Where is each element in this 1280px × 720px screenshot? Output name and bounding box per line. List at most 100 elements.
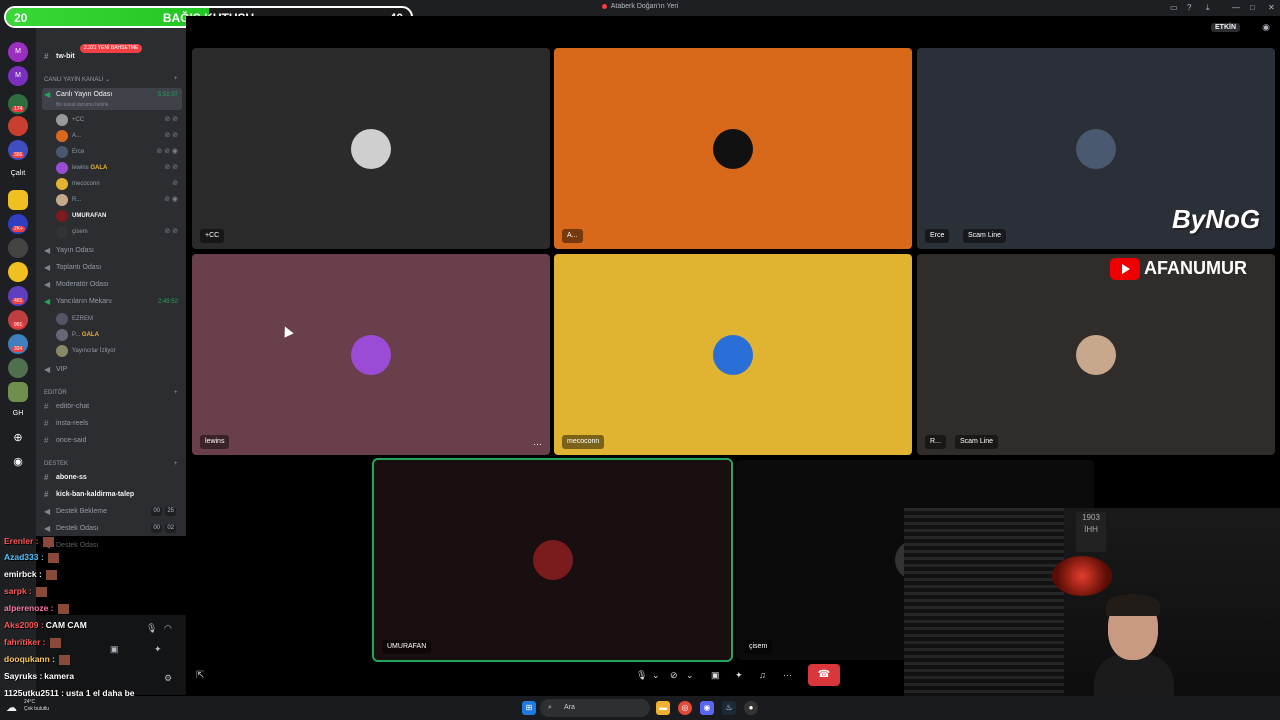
voice-user[interactable]: lewins GALA ⊘ ⊘ [56,160,182,176]
text-channel[interactable]: # once-said [42,434,182,448]
help-icon[interactable]: ? [1187,3,1191,12]
chat-icon[interactable]: ◉ [1262,22,1270,33]
voice-user[interactable]: UMURAFAN [56,208,182,224]
server-icon[interactable] [8,190,28,210]
speaker-icon: ◀ [44,524,51,533]
voice-channel[interactable]: ◀ Destek Odası 02 00 [42,522,182,536]
more-icon[interactable]: ··· [783,664,792,686]
start-icon[interactable]: ⊞ [522,701,536,715]
voice-user[interactable]: çisem ⊘ ⊘ [56,224,182,240]
voice-channel[interactable]: ◀ Yayın Odası [42,244,182,258]
server-icon[interactable] [8,358,28,378]
server-folder-label[interactable]: Çalıt [8,164,28,184]
server-icon[interactable] [8,238,28,258]
screen-share-icon[interactable]: ▣ [711,664,720,686]
voice-user[interactable]: P... GALA [56,327,182,343]
mic-icon[interactable]: 🎙 [636,664,647,686]
obs-icon[interactable]: ● [744,701,758,715]
voice-user[interactable]: EZREM [56,311,182,327]
category-live[interactable]: CANLI YAYIN KANALI ⌄ + [44,76,178,83]
participant-name: Erce [925,229,950,243]
participant-tile[interactable]: R... Scam Line [917,254,1275,455]
activity-icon[interactable]: ✦ [735,664,743,686]
voice-user[interactable]: A... ⊘ ⊘ [56,128,182,144]
voice-channel[interactable]: ◀ Toplantı Odası [42,261,182,275]
discover-icon[interactable]: ◉ [8,452,28,472]
download-icon[interactable]: ⤓ [1206,3,1210,13]
taskbar: ☁ 24°C Çok bulutlu ⊞ ⌕ Ara ▬ ◎ ◉ ♨ ● [0,696,1280,720]
add-channel-icon[interactable]: + [174,76,178,82]
discord-icon[interactable]: ◉ [700,701,714,715]
activity-badge: Scam Line [955,435,999,449]
avatar [532,540,573,580]
add-channel-icon[interactable]: + [174,390,178,396]
server-icon[interactable]: M [8,42,28,62]
sponsor-logo: ByNoG [1172,204,1261,234]
speaker-icon: ◀ [44,365,51,374]
taskbar-search[interactable]: ⌕ Ara [540,699,650,717]
active-badge[interactable]: ETKİN [1211,23,1240,32]
popout-icon[interactable]: ⇱ [196,670,204,681]
mention-badge: 2K+ [12,226,26,232]
text-channel[interactable]: # abone-ss [42,471,182,485]
weather-widget[interactable]: 24°C Çok bulutlu [24,699,49,713]
voice-user[interactable]: mecoconn ⊘ [56,176,182,192]
chat-username: emirbck : [4,569,42,579]
mention-badge: 991 [12,322,25,328]
voice-user[interactable]: +CC ⊘ ⊘ [56,112,182,128]
voice-channel-guest[interactable]: ◀ Yancıların Mekanı 2:49:52 [42,295,182,309]
hash-icon: # [44,490,49,499]
category-support[interactable]: Destek + [44,461,178,467]
server-icon[interactable] [8,382,28,402]
chat-message: Aks2009 : CAM CAM [4,620,87,630]
text-channel[interactable]: # insta-reels [42,417,182,431]
maximize-icon[interactable]: □ [1250,3,1255,12]
steam-icon[interactable]: ♨ [722,701,736,715]
voice-channel[interactable]: ◀ Destek Bekleme 25 00 [42,505,182,519]
participant-name: UMURAFAN [382,640,432,654]
avatar [1076,128,1116,169]
category-editor[interactable]: Editör + [44,390,178,396]
chat-message: Sayruks : kamera [4,671,74,681]
voice-user[interactable]: Erce ⊘ ⊘ ◉ [56,144,182,160]
window-blinds [904,508,1064,706]
server-icon[interactable]: M [8,66,28,86]
chevron-down-icon[interactable]: ⌄ [652,664,660,686]
server-icon[interactable]: GH [8,404,28,424]
more-icon[interactable]: ··· [533,439,542,449]
chat-message: emirbck : [4,569,57,580]
add-channel-icon[interactable]: + [174,461,178,467]
voice-user[interactable]: Yayıncılar İzliyor [56,343,182,359]
close-icon[interactable]: ✕ [1268,3,1275,12]
participant-tile[interactable]: UMURAFAN [372,458,733,662]
add-server-icon[interactable]: ⊕ [8,428,28,448]
server-icon[interactable] [8,262,28,282]
participant-tile[interactable]: +CC [192,48,550,249]
text-channel[interactable]: # kick-ban-kaldirma-talep [42,488,182,502]
mention-pill[interactable]: 2.321 YENİ BAHSETME [80,44,143,53]
participant-tile[interactable]: lewins ··· [192,254,550,455]
voice-channel-vip[interactable]: ◀ VIP [42,363,182,377]
chevron-down-icon[interactable]: ⌄ [686,664,694,686]
emote-icon [45,569,57,580]
user-count: 25 [165,507,176,516]
server-icon[interactable] [8,116,28,136]
inbox-icon[interactable]: ▭ [1170,3,1178,12]
participant-tile[interactable]: A... [554,48,912,249]
chat-username: Sayruks : [4,671,43,681]
speaker-icon: ◀ [44,280,51,289]
voice-channel[interactable]: ◀ Moderatör Odası [42,278,182,292]
file-explorer-icon[interactable]: ▬ [656,701,670,715]
voice-channel-live[interactable]: ◀ Canlı Yayın Odası 5:51:07 Bir kanal du… [42,88,182,110]
participant-name: R... [925,435,946,449]
hangup-button[interactable]: ☎ [808,664,840,686]
text-channel[interactable]: # editör-chat [42,400,182,414]
camera-off-icon[interactable]: ⊘ [670,664,678,686]
chrome-icon[interactable]: ◎ [678,701,692,715]
minimize-icon[interactable]: — [1232,3,1240,12]
hash-icon: # [44,419,49,428]
participant-tile[interactable]: mecoconn [554,254,912,455]
soundboard-icon[interactable]: ♫ [759,664,766,686]
avatar [56,130,68,142]
voice-user[interactable]: R... ⊘ ◉ [56,192,182,208]
